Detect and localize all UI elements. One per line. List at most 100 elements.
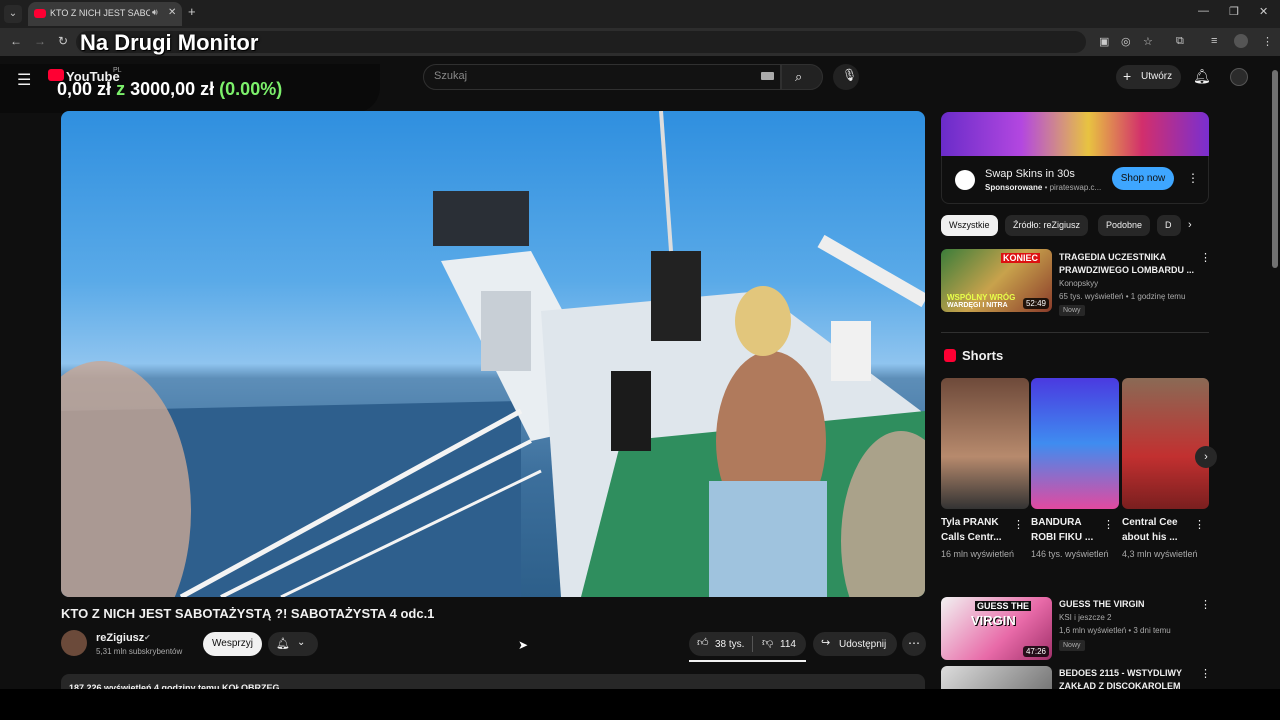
shorts-heading: Shorts xyxy=(962,348,1004,363)
short-thumbnail-2[interactable] xyxy=(1031,378,1119,509)
back-arrow-icon[interactable]: ← xyxy=(10,34,22,48)
reading-list-icon[interactable]: ≡ xyxy=(1211,35,1217,47)
short-title-1[interactable]: Tyla PRANK Calls Centr... xyxy=(941,515,1013,545)
more-icon[interactable]: ⋮ xyxy=(1103,518,1114,531)
short-views-1: 16 mln wyświetleń xyxy=(941,549,1015,559)
tab-title: KTO Z NICH JEST SABOTAŻ xyxy=(50,8,150,18)
related-title-2[interactable]: GUESS THE VIRGIN xyxy=(1059,598,1194,611)
related-thumbnail-1[interactable]: KONIEC WSPÓLNY WRÓG WARDĘGI I NITRA 52:4… xyxy=(941,249,1052,312)
search-icon: ⌕ xyxy=(795,69,803,84)
reload-icon[interactable]: ↻ xyxy=(58,34,68,48)
more-icon[interactable]: ⋮ xyxy=(1200,667,1211,680)
channel-avatar[interactable] xyxy=(61,630,87,656)
forward-arrow-icon[interactable]: → xyxy=(34,34,46,48)
kebab-menu-icon[interactable]: ⋮ xyxy=(1262,35,1273,48)
thumb-text: VIRGIN xyxy=(971,613,1016,628)
browser-tabstrip: ⌄ KTO Z NICH JEST SABOTAŻ 🔊︎ ✕ + — ❐ ✕ xyxy=(0,0,1280,28)
video-duration: 52:49 xyxy=(1022,298,1049,309)
close-icon[interactable]: ✕ xyxy=(168,7,176,18)
dislike-count[interactable]: 114 xyxy=(780,639,796,650)
ad-sponsored-label: Sponsorowane xyxy=(985,183,1043,192)
more-actions-button[interactable]: ⋯ xyxy=(902,632,926,656)
more-icon[interactable]: ⋮ xyxy=(1200,251,1211,264)
thumb-text: KONIEC xyxy=(1001,253,1041,263)
profile-avatar[interactable] xyxy=(1234,34,1248,48)
related-meta-2: 1,6 mln wyświetleń • 3 dni temu xyxy=(1059,626,1171,635)
create-label: Utwórz xyxy=(1141,71,1173,82)
thumb-text: WARDĘGI I NITRA xyxy=(947,302,1008,309)
new-tab-icon[interactable]: + xyxy=(188,4,196,19)
shorts-icon xyxy=(944,349,956,362)
keyboard-icon[interactable] xyxy=(761,72,774,80)
amount-goal: 3000,00 zł xyxy=(130,79,215,99)
ad-more-icon[interactable]: ⋮ xyxy=(1187,171,1199,185)
short-title-3[interactable]: Central Cee about his ... xyxy=(1122,515,1194,545)
share-arrow-icon: ↪ xyxy=(821,637,831,649)
ad-banner-image[interactable] xyxy=(941,112,1209,156)
bell-icon: 🔔︎ xyxy=(276,638,290,650)
hamburger-menu-icon[interactable]: ☰ xyxy=(17,70,31,90)
thumbs-down-icon[interactable]: 👎︎ xyxy=(762,636,773,649)
ad-title[interactable]: Swap Skins in 30s xyxy=(985,168,1075,180)
stream-overlay-title: Na Drugi Monitor xyxy=(80,30,259,55)
browser-tab-active[interactable]: KTO Z NICH JEST SABOTAŻ 🔊︎ ✕ xyxy=(28,2,182,26)
country-code: PL xyxy=(113,67,122,74)
scrollbar-thumb[interactable] xyxy=(1272,70,1278,268)
window-close-icon[interactable]: ✕ xyxy=(1259,5,1268,18)
advertiser-logo-icon xyxy=(955,170,975,190)
short-title-2[interactable]: BANDURA ROBI FIKU ... xyxy=(1031,515,1103,545)
chevron-right-icon[interactable]: › xyxy=(1188,219,1192,231)
like-divider xyxy=(752,636,753,652)
related-channel-2[interactable]: KSI i jeszcze 2 xyxy=(1059,613,1111,622)
related-title-3[interactable]: BEDOES 2115 - WSTYDLIWY ZAKŁAD Z DISCOKA… xyxy=(1059,667,1194,689)
plus-icon: + xyxy=(1123,68,1132,84)
related-meta-1: 65 tys. wyświetleń • 1 godzinę temu xyxy=(1059,292,1186,301)
minimize-icon[interactable]: — xyxy=(1198,5,1209,17)
support-button[interactable]: Wesprzyj xyxy=(203,632,262,656)
chip-more[interactable]: D xyxy=(1157,215,1181,236)
like-ratio-bar xyxy=(689,660,806,662)
tab-search-chevron-icon[interactable]: ⌄ xyxy=(4,5,22,23)
youtube-logo-text[interactable]: YouTube xyxy=(66,69,120,84)
star-icon[interactable]: ☆ xyxy=(1143,35,1153,48)
shop-now-button[interactable]: Shop now xyxy=(1112,167,1174,190)
like-count[interactable]: 38 tys. xyxy=(715,639,744,650)
account-avatar[interactable] xyxy=(1230,68,1248,86)
video-player[interactable] xyxy=(61,111,925,597)
channel-name[interactable]: reZigiusz xyxy=(96,632,144,644)
thumbs-up-icon[interactable]: 👍︎ xyxy=(697,636,709,649)
more-icon[interactable]: ⋮ xyxy=(1013,518,1024,531)
search-input[interactable] xyxy=(423,64,781,90)
new-badge: Nowy xyxy=(1059,305,1085,316)
video-duration: 47:26 xyxy=(1022,646,1049,657)
chip-similar[interactable]: Podobne xyxy=(1098,215,1151,236)
maximize-icon[interactable]: ❐ xyxy=(1229,5,1239,18)
chip-all[interactable]: Wszystkie xyxy=(941,215,998,236)
more-icon[interactable]: ⋮ xyxy=(1194,518,1205,531)
cast-icon[interactable]: ▣ xyxy=(1099,35,1109,48)
related-title-1[interactable]: TRAGEDIA UCZESTNIKA PRAWDZIWEGO LOMBARDU… xyxy=(1059,251,1194,277)
short-views-3: 4,3 mln wyświetleń xyxy=(1122,549,1198,559)
related-channel-1[interactable]: Konopskyy xyxy=(1059,279,1098,288)
chip-source[interactable]: Źródło: reZigiusz xyxy=(1005,215,1089,236)
short-views-2: 146 tys. wyświetleń xyxy=(1031,549,1109,559)
youtube-favicon-icon xyxy=(34,9,46,18)
short-thumbnail-1[interactable] xyxy=(941,378,1029,509)
short-thumbnail-3[interactable] xyxy=(1122,378,1209,509)
related-thumbnail-2[interactable]: GUESS THE VIRGIN 47:26 xyxy=(941,597,1052,660)
shorts-next-button[interactable]: › xyxy=(1195,446,1217,468)
screen-bottom-bar xyxy=(0,689,1280,720)
eye-off-icon[interactable]: ◎ xyxy=(1121,35,1131,48)
notifications-bell-icon[interactable]: 🔔︎ xyxy=(1193,68,1211,85)
channel-subscribers: 5,31 mln subskrybentów xyxy=(96,647,183,656)
mouse-cursor-icon: ➤ xyxy=(518,638,529,652)
extensions-icon[interactable]: ⧉ xyxy=(1176,35,1184,48)
section-divider xyxy=(941,332,1209,333)
share-label: Udostępnij xyxy=(839,639,887,650)
related-thumbnail-3[interactable] xyxy=(941,666,1052,689)
more-icon[interactable]: ⋮ xyxy=(1200,598,1211,611)
speaker-icon[interactable]: 🔊︎ xyxy=(152,7,158,18)
youtube-logo-icon[interactable] xyxy=(48,69,64,81)
new-badge: Nowy xyxy=(1059,640,1085,651)
verified-icon: ✔ xyxy=(144,633,151,642)
